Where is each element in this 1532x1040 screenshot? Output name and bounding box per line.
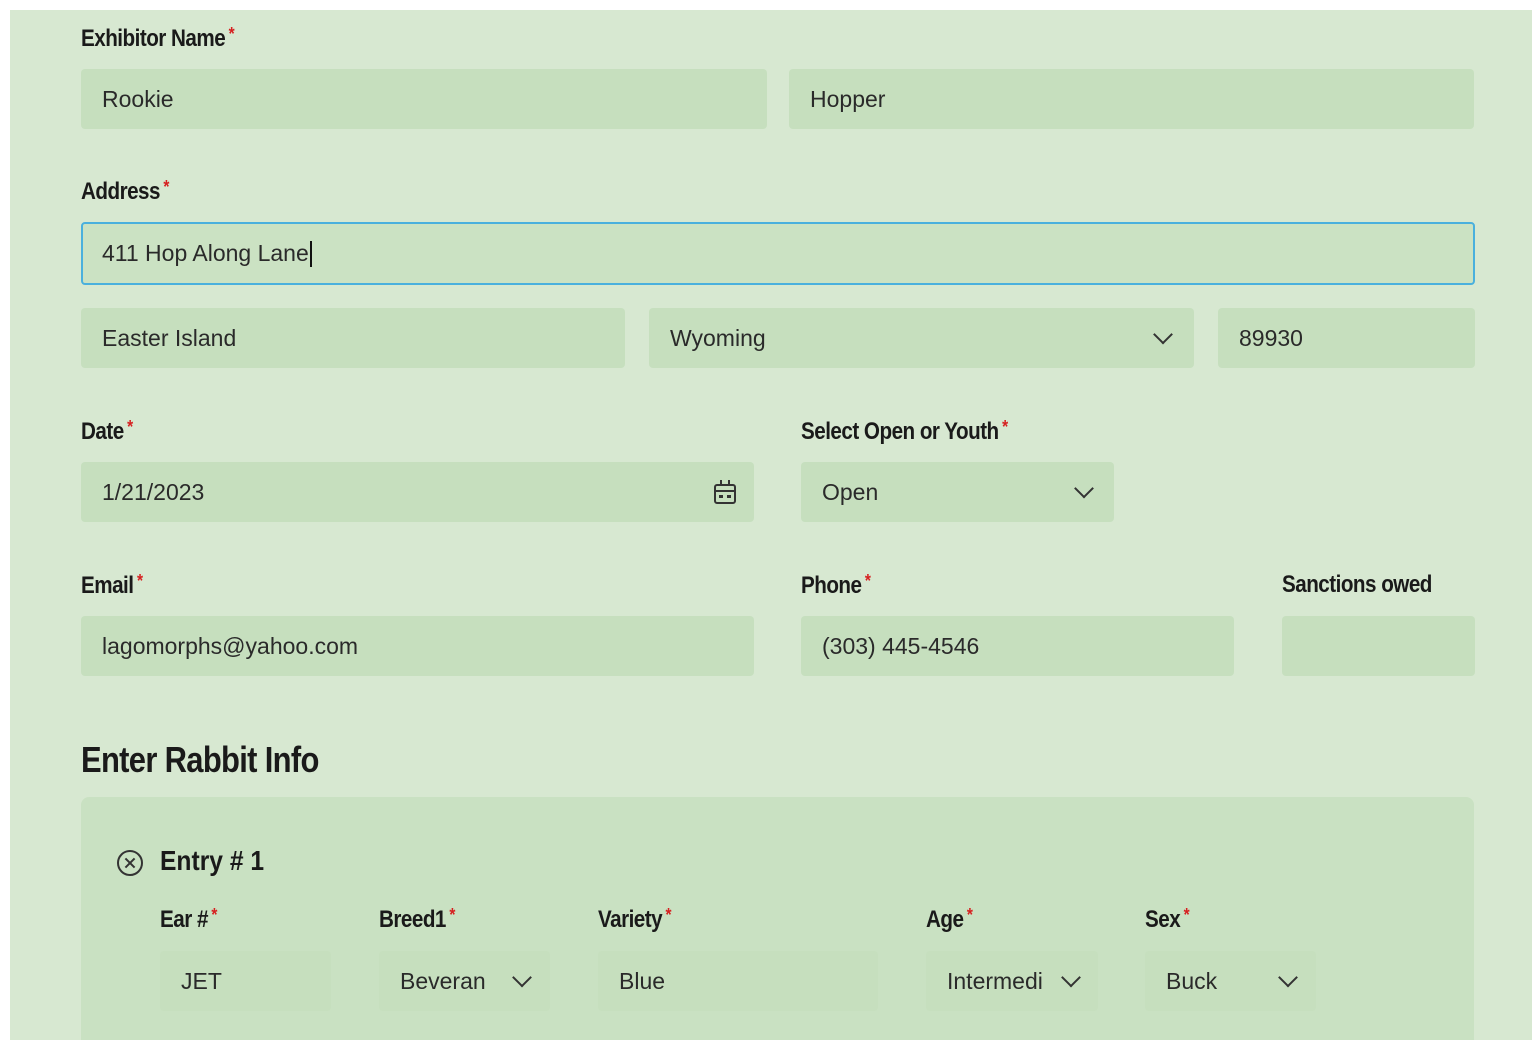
x-circle-icon[interactable] — [117, 850, 143, 876]
required-marker: * — [136, 571, 143, 591]
variety-field[interactable]: Blue — [598, 951, 878, 1011]
address-label: Address * — [81, 177, 169, 205]
required-marker: * — [864, 571, 871, 591]
zip-field[interactable]: 89930 — [1218, 308, 1475, 368]
required-marker: * — [228, 24, 235, 44]
calendar-icon[interactable] — [714, 480, 736, 504]
state-dropdown[interactable]: Wyoming — [649, 308, 1194, 368]
rabbit-info-heading: Enter Rabbit Info — [81, 739, 319, 780]
clipped-header — [0, 0, 1532, 10]
open-or-youth-label: Select Open or Youth * — [801, 417, 1008, 445]
required-marker: * — [211, 905, 217, 925]
age-dropdown[interactable]: Intermedi — [926, 951, 1098, 1011]
city-field[interactable]: Easter Island — [81, 308, 625, 368]
chevron-down-icon — [1061, 967, 1081, 988]
required-marker: * — [127, 417, 133, 437]
ear-label: Ear # * — [160, 905, 217, 933]
exhibitor-name-label: Exhibitor Name * — [81, 24, 235, 52]
text-cursor — [309, 240, 312, 267]
date-field[interactable]: 1/21/2023 — [81, 462, 754, 522]
chevron-down-icon — [1074, 478, 1094, 499]
registration-form: Exhibitor Name * Rookie Hopper Address * 4… — [10, 10, 1532, 1040]
required-marker: * — [1183, 905, 1190, 925]
required-marker: * — [1002, 417, 1008, 437]
phone-label: Phone * — [801, 571, 871, 599]
first-name-field[interactable]: Rookie — [81, 69, 767, 129]
street-address-field[interactable]: 411 Hop Along Lane — [81, 222, 1475, 285]
open-or-youth-dropdown[interactable]: Open — [801, 462, 1114, 522]
sex-label: Sex * — [1145, 905, 1190, 933]
sanctions-owed-field[interactable] — [1282, 616, 1475, 676]
date-label: Date * — [81, 417, 133, 445]
chevron-down-icon — [512, 967, 532, 988]
email-field[interactable]: lagomorphs@yahoo.com — [81, 616, 754, 676]
chevron-down-icon — [1278, 967, 1298, 988]
ear-number-field[interactable]: JET — [160, 951, 331, 1011]
chevron-down-icon — [1153, 324, 1173, 345]
required-marker: * — [449, 905, 455, 925]
breed-dropdown[interactable]: Beveran — [379, 951, 550, 1011]
sanctions-owed-label: Sanctions owed — [1282, 571, 1432, 598]
last-name-field[interactable]: Hopper — [789, 69, 1474, 129]
entry-title: Entry # 1 — [160, 845, 265, 876]
required-marker: * — [966, 905, 973, 925]
phone-field[interactable]: (303) 445-4546 — [801, 616, 1234, 676]
breed-label: Breed1 * — [379, 905, 455, 933]
required-marker: * — [163, 177, 169, 197]
sex-dropdown[interactable]: Buck — [1145, 951, 1316, 1011]
email-label: Email * — [81, 571, 143, 599]
age-label: Age * — [926, 905, 973, 933]
required-marker: * — [665, 905, 672, 925]
variety-label: Variety * — [598, 905, 672, 933]
rabbit-entry-card: Entry # 1 Ear # * Breed1 * Variety * Age * S… — [81, 797, 1474, 1040]
